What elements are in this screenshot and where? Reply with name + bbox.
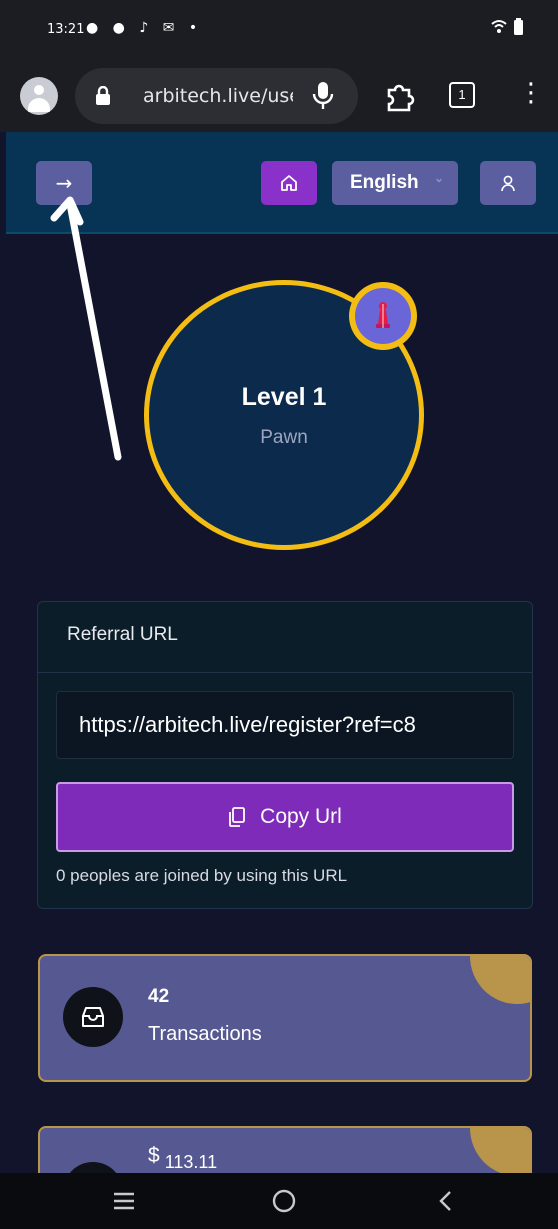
- chevron-down-icon: ⌄: [433, 171, 444, 185]
- home-icon: [281, 175, 297, 191]
- page-content: → English ⌄ Level 1 Pawn Referral URL ht…: [6, 132, 558, 1173]
- level-rank: Pawn: [260, 427, 308, 448]
- referral-card: Referral URL https://arbitech.live/regis…: [37, 601, 533, 909]
- referral-card-header: Referral URL: [38, 602, 532, 673]
- back-nav-icon[interactable]: [422, 1173, 470, 1229]
- recent-apps-icon[interactable]: [100, 1173, 148, 1229]
- transactions-card[interactable]: 42 Transactions: [38, 954, 532, 1082]
- copy-url-label: Copy Url: [260, 805, 342, 828]
- lock-icon: [96, 86, 110, 105]
- user-menu-button[interactable]: [480, 161, 536, 205]
- browser-toolbar: arbitech.live/user 1 ⋮: [0, 60, 558, 132]
- copy-url-button[interactable]: Copy Url: [56, 782, 514, 852]
- balance-amount: 113.11: [164, 1152, 218, 1172]
- referral-title: Referral URL: [67, 624, 178, 645]
- status-bar: 13:21 ● ● ♪ ✉ •: [0, 0, 558, 60]
- home-nav-icon[interactable]: [260, 1173, 308, 1229]
- language-select[interactable]: English ⌄: [332, 161, 458, 205]
- system-nav-bar: [0, 1173, 558, 1229]
- inbox-icon: [63, 987, 123, 1047]
- wifi-battery-icon: [490, 18, 526, 40]
- status-time: 13:21: [47, 22, 85, 37]
- transactions-count: 42: [148, 986, 170, 1007]
- chess-pawn-icon: [376, 302, 390, 328]
- extensions-icon[interactable]: [383, 80, 415, 112]
- wallet-icon: [63, 1162, 123, 1173]
- balance-card[interactable]: $ 113.11: [38, 1126, 532, 1173]
- sidebar-toggle-button[interactable]: →: [36, 161, 92, 205]
- profile-avatar[interactable]: [20, 77, 58, 115]
- address-bar[interactable]: arbitech.live/user: [75, 68, 358, 124]
- balance-value: $ 113.11: [148, 1144, 217, 1173]
- copy-icon: [229, 807, 246, 827]
- more-menu-icon[interactable]: ⋮: [518, 78, 544, 108]
- microphone-icon[interactable]: [311, 81, 335, 111]
- level-title: Level 1: [241, 383, 327, 411]
- user-icon: [501, 175, 515, 192]
- url-text: arbitech.live/user: [143, 85, 293, 107]
- home-button[interactable]: [261, 161, 317, 205]
- arrow-right-icon: →: [55, 171, 73, 195]
- referral-joined-note: 0 peoples are joined by using this URL: [56, 866, 348, 885]
- language-label: English: [350, 172, 419, 193]
- referral-url-field[interactable]: https://arbitech.live/register?ref=c8: [56, 691, 514, 759]
- app-header: → English ⌄: [6, 132, 558, 234]
- rank-badge: [349, 282, 417, 350]
- notification-icons: ● ● ♪ ✉ •: [86, 20, 203, 36]
- tab-count-button[interactable]: 1: [449, 82, 475, 108]
- transactions-label: Transactions: [148, 1023, 262, 1045]
- currency-symbol: $: [148, 1144, 160, 1167]
